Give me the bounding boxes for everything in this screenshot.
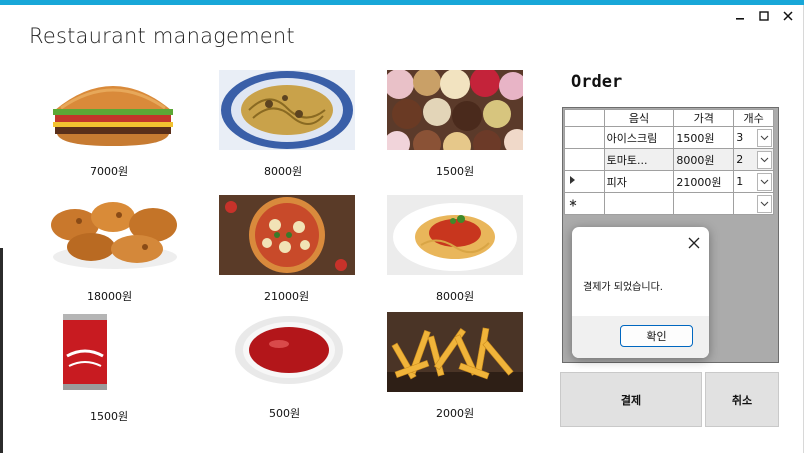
column-header-food[interactable]: 음식 [603,109,675,127]
price-label-pizza: 21000원 [264,290,310,303]
price-label-ice-cream: 1500원 [436,165,475,178]
pay-button[interactable]: 결제 [560,372,702,427]
cell-price-new[interactable] [673,192,735,215]
burger-image [45,70,181,150]
dialog-ok-button[interactable]: 확인 [620,325,693,347]
new-row-asterisk-icon [569,199,577,207]
menu-item-ice-cream[interactable] [387,70,523,150]
menu-item-pizza[interactable] [219,195,355,275]
ice-cream-image [387,70,523,150]
price-label-cola: 1500원 [90,410,129,423]
cola-image [45,312,181,392]
qty-combobox[interactable] [735,194,773,214]
message-dialog: 결제가 되었습니다. 확인 [572,227,709,358]
qty-value: 3 [736,131,744,144]
table-row[interactable]: 토마토... 8000원 2 [564,148,774,171]
maximize-icon[interactable] [752,7,776,25]
price-label-fried-chicken: 18000원 [87,290,133,303]
qty-value: 1 [736,175,744,188]
qty-value: 2 [736,153,744,166]
order-title: Order [571,72,623,92]
price-label-fries: 2000원 [436,407,475,420]
cancel-button[interactable]: 취소 [705,372,779,427]
cell-price[interactable]: 1500원 [673,126,735,149]
row-header-corner [564,109,605,127]
current-row-arrow-icon [570,176,575,184]
chevron-down-icon[interactable] [757,128,772,147]
row-header[interactable] [564,126,605,149]
background-window-edge [0,248,3,453]
price-label-burger: 7000원 [90,165,129,178]
chevron-down-icon[interactable] [757,150,772,169]
title-bar-controls [728,7,800,25]
price-label-spaghetti: 8000원 [436,290,475,303]
chevron-down-icon[interactable] [757,194,772,213]
column-header-qty[interactable]: 개수 [733,109,774,127]
cell-price[interactable]: 8000원 [673,148,735,171]
row-header[interactable] [564,148,605,171]
fries-image [387,312,523,392]
cell-food[interactable]: 토마토... [603,148,675,171]
pizza-image [219,195,355,275]
chevron-down-icon[interactable] [757,172,772,191]
menu-item-cola[interactable] [45,312,181,392]
qty-combobox[interactable]: 3 [735,128,773,148]
fried-chicken-image [45,195,181,275]
menu-item-fries[interactable] [387,312,523,392]
column-header-price[interactable]: 가격 [673,109,735,127]
cell-qty[interactable]: 2 [733,148,774,171]
menu-item-fried-chicken[interactable] [45,195,181,275]
cell-food[interactable]: 아이스크림 [603,126,675,149]
app-window: Restaurant management 7000원 8000원 1500원 … [0,0,804,453]
table-row[interactable]: 피자 21000원 1 [564,170,774,193]
table-header-row: 음식 가격 개수 [564,109,774,127]
cell-food-new[interactable] [603,192,675,215]
pasta-image [219,70,355,150]
spaghetti-image [387,195,523,275]
menu-item-spaghetti[interactable] [387,195,523,275]
cell-food[interactable]: 피자 [603,170,675,193]
qty-combobox[interactable]: 2 [735,150,773,170]
order-table: 음식 가격 개수 아이스크림 1500원 3 토마토... 8000원 2 피자… [564,109,774,215]
cell-qty[interactable]: 1 [733,170,774,193]
cell-qty-new[interactable] [733,192,774,215]
menu-item-pasta[interactable] [219,70,355,150]
row-header-new[interactable] [564,192,605,215]
table-row-new[interactable] [564,192,774,215]
menu-item-burger[interactable] [45,70,181,150]
cell-price[interactable]: 21000원 [673,170,735,193]
qty-combobox[interactable]: 1 [735,172,773,192]
minimize-icon[interactable] [728,7,752,25]
price-label-sauce: 500원 [269,407,301,420]
close-icon[interactable] [776,7,800,25]
price-label-pasta: 8000원 [264,165,303,178]
dialog-close-icon[interactable] [687,235,701,249]
row-header-current[interactable] [564,170,605,193]
menu-item-sauce[interactable] [219,312,355,392]
dialog-message: 결제가 되었습니다. [583,282,663,293]
table-row[interactable]: 아이스크림 1500원 3 [564,126,774,149]
sauce-image [219,312,355,392]
cell-qty[interactable]: 3 [733,126,774,149]
window-accent-bar [0,0,804,5]
page-title: Restaurant management [29,24,295,48]
